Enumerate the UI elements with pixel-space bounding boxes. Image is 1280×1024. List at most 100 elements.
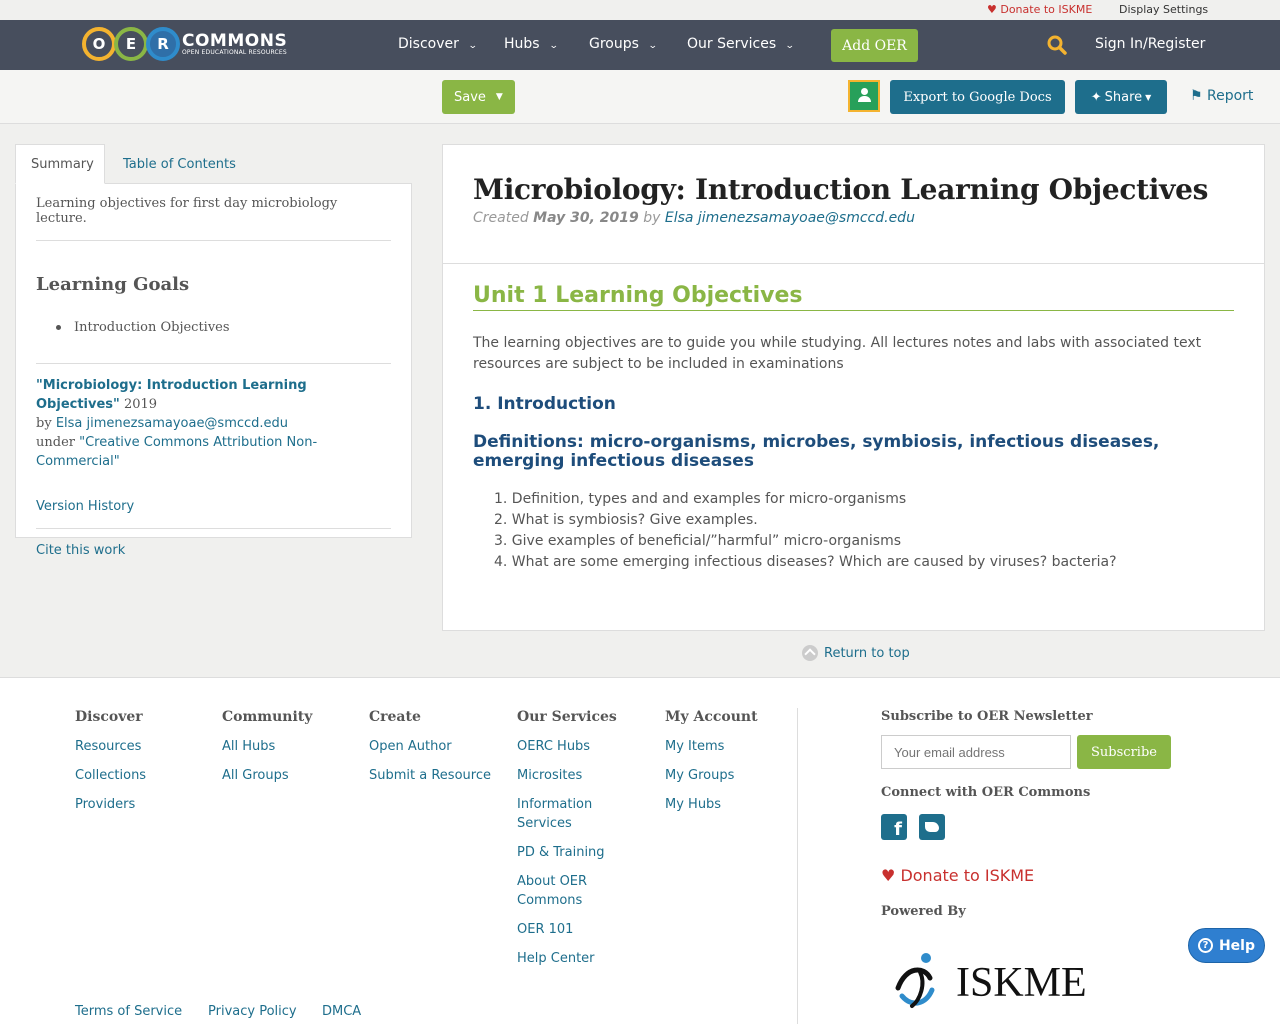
footer-divider [797, 708, 798, 1024]
facebook-icon[interactable]: f [881, 814, 907, 840]
twitter-icon[interactable] [919, 814, 945, 840]
footer-link-open-author[interactable]: Open Author [369, 737, 491, 756]
list-item: 3. Give examples of beneficial/”harmful”… [494, 533, 902, 549]
license-link[interactable]: "Creative Commons Attribution Non-Commer… [36, 435, 317, 469]
summary-panel: Learning objectives for first day microb… [15, 183, 412, 558]
nav-discover-label: Discover [398, 36, 459, 52]
svg-text:ISKME: ISKME [956, 960, 1087, 1006]
connect-heading: Connect with OER Commons [881, 785, 1091, 800]
nav-hubs-label: Hubs [504, 36, 540, 52]
footer-link-pd-training[interactable]: PD & Training [517, 843, 627, 862]
share-icon: ✦ [1090, 89, 1102, 105]
chevron-down-icon: ⌄ [647, 41, 658, 51]
logo-wordmark: COMMONS OPEN EDUCATIONAL RESOURCES [182, 30, 288, 56]
privacy-policy-link[interactable]: Privacy Policy [208, 1004, 297, 1019]
newsletter-section: Subscribe to OER Newsletter [881, 709, 1093, 724]
nav-discover[interactable]: Discover ⌄ [398, 36, 478, 52]
footer-link-my-hubs[interactable]: My Hubs [665, 795, 758, 814]
share-button[interactable]: ✦ Share ▼ [1075, 80, 1167, 114]
intro-paragraph: The learning objectives are to guide you… [473, 335, 1202, 372]
cite-this-work-link[interactable]: Cite this work [36, 543, 391, 558]
resource-toolbar: Save ▼ Export to Google Docs ✦ Share ▼ ⚑ Re… [0, 70, 1280, 124]
footer-link-providers[interactable]: Providers [75, 795, 146, 814]
report-link[interactable]: ⚑ Report [1190, 88, 1253, 104]
page-title: Microbiology: Introduction Learning Obje… [473, 173, 1209, 206]
list-item: 1. Definition, types and and examples fo… [494, 491, 907, 507]
logo-name: COMMONS [182, 30, 288, 51]
utility-bar: ♥ Donate to ISKME Display Settings [0, 0, 1280, 20]
footer-col-create: Create Open Author Submit a Resource [369, 709, 491, 795]
footer-link-my-groups[interactable]: My Groups [665, 766, 758, 785]
footer-link-all-hubs[interactable]: All Hubs [222, 737, 312, 756]
footer-link-oer-101[interactable]: OER 101 [517, 920, 627, 939]
oer-commons-logo[interactable]: O E R COMMONS OPEN EDUCATIONAL RESOURCES [82, 26, 287, 62]
add-oer-button[interactable]: Add OER [831, 29, 918, 62]
footer-link-collections[interactable]: Collections [75, 766, 146, 785]
footer-heading: Community [222, 709, 313, 725]
attribution-author-link[interactable]: Elsa jimenezsamayoae@smccd.edu [56, 416, 288, 431]
created-label: Created [473, 210, 529, 226]
iskme-logo[interactable]: ISKME [892, 944, 1087, 1014]
logo-letter-o: O [82, 27, 116, 61]
resource-meta: Created May 30, 2019 by Elsa jimenezsama… [473, 210, 1234, 226]
subscribe-button[interactable]: Subscribe [1077, 735, 1171, 769]
save-button[interactable]: Save ▼ [442, 80, 515, 114]
footer-donate-label: Donate to ISKME [900, 866, 1035, 885]
footer-link-oerc-hubs[interactable]: OERC Hubs [517, 737, 627, 756]
share-label: Share [1104, 89, 1143, 105]
nav-groups[interactable]: Groups ⌄ [589, 36, 658, 52]
return-to-top-link[interactable]: Return to top [802, 645, 910, 661]
terms-of-service-link[interactable]: Terms of Service [75, 1004, 182, 1019]
author-link[interactable]: Elsa jimenezsamayoae@smccd.edu [665, 210, 915, 226]
created-date: May 30, 2019 [533, 210, 639, 226]
footer-donate-link[interactable]: ♥ Donate to ISKME [881, 866, 1034, 885]
learning-goal-item: Introduction Objectives [36, 320, 391, 364]
resource-description: Learning objectives for first day microb… [36, 184, 391, 241]
search-icon[interactable] [1047, 35, 1067, 55]
section-heading: 1. Introduction [473, 394, 616, 414]
help-button[interactable]: ? Help [1188, 928, 1265, 963]
footer-col-my-account: My Account My Items My Groups My Hubs [665, 709, 758, 824]
caret-down-icon: ▼ [1145, 92, 1152, 102]
nav-our-services[interactable]: Our Services ⌄ [687, 36, 795, 52]
logo-tagline: OPEN EDUCATIONAL RESOURCES [182, 48, 287, 56]
unit-title: Unit 1 Learning Objectives [473, 282, 1234, 311]
version-history-link[interactable]: Version History [36, 499, 391, 529]
nav-hubs[interactable]: Hubs ⌄ [504, 36, 558, 52]
connect-section: Connect with OER Commons [881, 785, 1090, 800]
footer-link-help-center[interactable]: Help Center [517, 949, 627, 968]
export-google-docs-button[interactable]: Export to Google Docs [890, 80, 1065, 114]
donate-link[interactable]: ♥ Donate to ISKME [987, 3, 1092, 16]
attribution-title-link[interactable]: "Microbiology: Introduction Learning Obj… [36, 378, 307, 412]
sign-in-register-link[interactable]: Sign In/Register [1095, 36, 1205, 52]
attribution-block: "Microbiology: Introduction Learning Obj… [36, 376, 391, 471]
tab-table-of-contents[interactable]: Table of Contents [108, 144, 251, 184]
footer-col-community: Community All Hubs All Groups [222, 709, 312, 795]
resource-body: Unit 1 Learning Objectives The learning … [443, 264, 1264, 591]
attribution-by: by [36, 416, 52, 431]
dmca-link[interactable]: DMCA [322, 1004, 361, 1019]
google-classroom-icon[interactable] [848, 80, 880, 112]
objectives-list: 1. Definition, types and and examples fo… [473, 489, 1234, 573]
footer-link-information-services[interactable]: Information Services [517, 795, 627, 833]
footer-link-all-groups[interactable]: All Groups [222, 766, 312, 785]
footer-link-my-items[interactable]: My Items [665, 737, 758, 756]
footer-link-resources[interactable]: Resources [75, 737, 146, 756]
question-icon: ? [1197, 938, 1213, 953]
footer-link-about-oer-commons[interactable]: About OER Commons [517, 872, 627, 910]
chevron-down-icon: ⌄ [467, 41, 478, 51]
learning-goals-heading: Learning Goals [36, 274, 190, 295]
newsletter-email-input[interactable] [881, 735, 1071, 769]
footer-link-microsites[interactable]: Microsites [517, 766, 627, 785]
return-to-top-label: Return to top [824, 645, 910, 661]
attribution-under: under [36, 435, 75, 450]
flag-icon: ⚑ [1190, 88, 1203, 104]
chevron-down-icon: ⌄ [785, 41, 795, 51]
list-item: 2. What is symbiosis? Give examples. [494, 512, 758, 528]
display-settings-link[interactable]: Display Settings [1119, 3, 1208, 16]
site-footer: Discover Resources Collections Providers… [0, 677, 1280, 1024]
main-navbar: O E R COMMONS OPEN EDUCATIONAL RESOURCES… [0, 20, 1280, 70]
tab-summary[interactable]: Summary [15, 144, 105, 184]
resource-content: Microbiology: Introduction Learning Obje… [442, 144, 1265, 631]
footer-link-submit-resource[interactable]: Submit a Resource [369, 766, 491, 785]
